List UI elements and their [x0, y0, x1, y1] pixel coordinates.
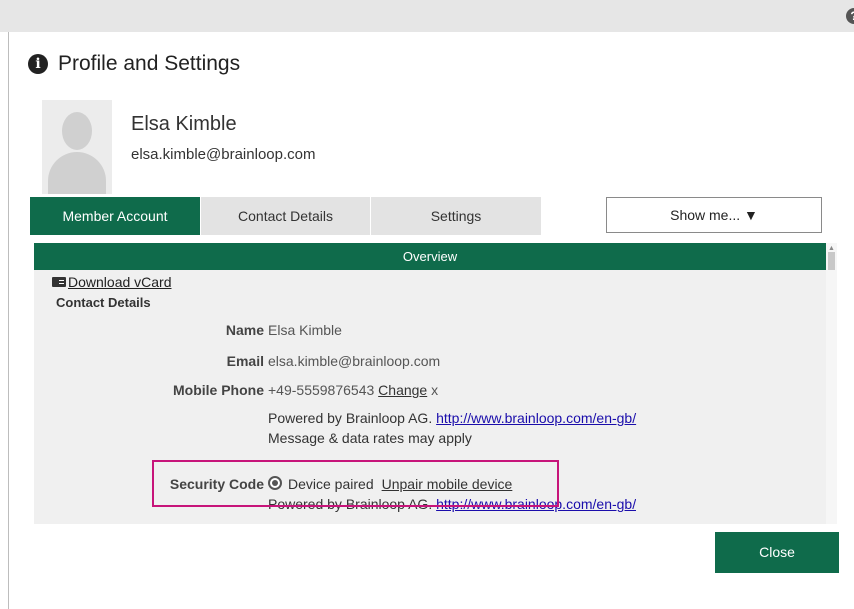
window-top-bar: ?: [0, 0, 854, 32]
user-name: Elsa Kimble: [131, 113, 237, 135]
remove-phone-button[interactable]: x: [431, 382, 438, 398]
contact-details-heading: Contact Details: [56, 295, 151, 310]
dialog-left-border: [8, 32, 9, 609]
name-value: Elsa Kimble: [268, 322, 342, 338]
download-vcard-link[interactable]: Download vCard: [68, 274, 172, 290]
brainloop-link[interactable]: http://www.brainloop.com/en-gb/: [436, 410, 636, 426]
dialog-title-text: Profile and Settings: [58, 52, 241, 75]
security-code-highlight: [152, 460, 559, 507]
tab-contact-details[interactable]: Contact Details: [201, 197, 370, 235]
change-phone-link[interactable]: Change: [378, 382, 427, 398]
scrollbar-thumb[interactable]: [828, 252, 835, 270]
help-icon[interactable]: ?: [846, 8, 854, 24]
tab-settings[interactable]: Settings: [371, 197, 541, 235]
panel-scrollbar[interactable]: ▲: [826, 243, 837, 524]
email-label: Email: [226, 353, 264, 369]
close-button[interactable]: Close: [715, 532, 839, 573]
dialog-title: i Profile and Settings: [28, 52, 240, 76]
tab-bar: Member Account Contact Details Settings: [30, 197, 542, 235]
name-label: Name: [225, 322, 264, 338]
vcard-icon: [52, 277, 66, 287]
user-email: elsa.kimble@brainloop.com: [131, 146, 316, 163]
mobile-phone-label: Mobile Phone: [173, 382, 264, 398]
tab-member-account[interactable]: Member Account: [30, 197, 200, 235]
scroll-up-icon[interactable]: ▲: [828, 245, 835, 252]
rates-note: Message & data rates may apply: [268, 430, 472, 446]
download-vcard[interactable]: Download vCard: [52, 274, 172, 290]
info-icon: i: [28, 54, 48, 74]
powered-by-text: Powered by Brainloop AG.: [268, 410, 433, 426]
overview-header: Overview: [34, 243, 826, 270]
avatar: [42, 100, 112, 194]
mobile-phone-row: +49-5559876543 Change x: [268, 382, 438, 398]
email-value: elsa.kimble@brainloop.com: [268, 353, 441, 369]
powered-by-line: Powered by Brainloop AG. http://www.brai…: [268, 410, 636, 426]
mobile-phone-value: +49-5559876543: [268, 382, 375, 398]
show-me-dropdown[interactable]: Show me... ▼: [606, 197, 822, 233]
